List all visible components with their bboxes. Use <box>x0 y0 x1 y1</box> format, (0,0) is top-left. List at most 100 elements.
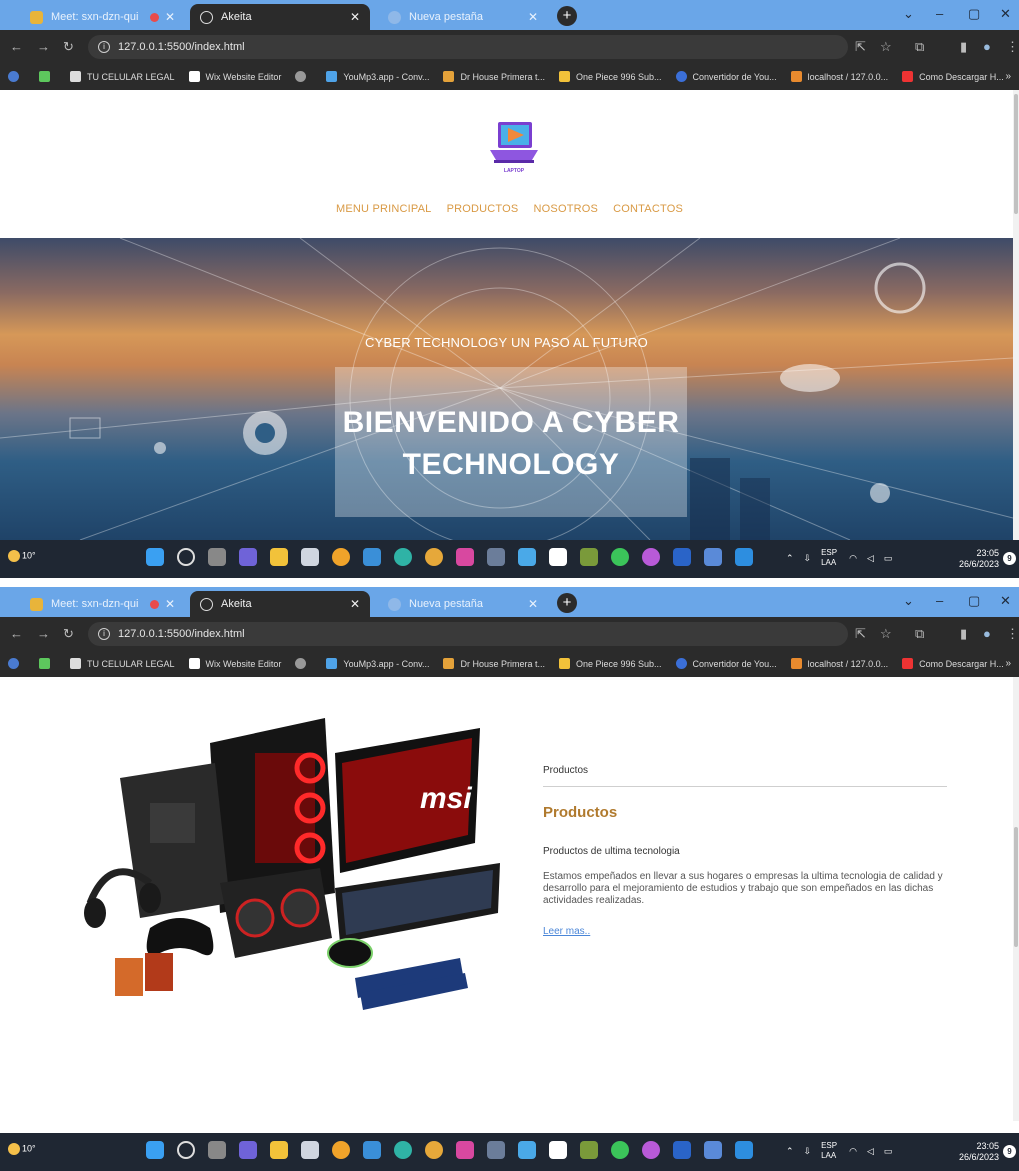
edge-icon[interactable] <box>394 1141 412 1159</box>
chrome-canary-icon[interactable] <box>425 548 443 566</box>
bookmark-item[interactable]: Wix Website Editor <box>188 71 281 82</box>
tab-search-button[interactable]: ⌄ <box>903 6 914 22</box>
window-icon[interactable] <box>549 1141 567 1159</box>
nav-contactos[interactable]: CONTACTOS <box>613 203 683 215</box>
usb-icon[interactable]: ⇩ <box>804 553 812 564</box>
minecraft-icon[interactable] <box>580 548 598 566</box>
window-icon[interactable] <box>549 548 567 566</box>
bookmark-item[interactable]: TU CELULAR LEGAL <box>70 658 175 669</box>
tab-nueva-pestana[interactable]: Nueva pestaña ✕ <box>378 591 548 617</box>
laptop-logo[interactable]: LAPTOP <box>484 118 544 174</box>
instagram-icon[interactable] <box>456 1141 474 1159</box>
close-window-button[interactable]: ✕ <box>1000 593 1011 609</box>
notification-badge[interactable]: 9 <box>1003 552 1016 565</box>
whatsapp-icon[interactable] <box>611 1141 629 1159</box>
close-tab-icon[interactable]: ✕ <box>165 10 175 24</box>
bookmark-star-icon[interactable]: ☆ <box>880 39 892 55</box>
language-indicator[interactable]: ESP LAA <box>821 1141 837 1161</box>
close-tab-icon[interactable]: ✕ <box>528 10 538 24</box>
minimize-button[interactable]: – <box>936 593 943 608</box>
nav-menu-principal[interactable]: MENU PRINCIPAL <box>336 203 432 215</box>
bookmark-arrow-icon[interactable] <box>39 71 56 82</box>
minimize-button[interactable]: – <box>936 6 943 21</box>
wifi-icon[interactable]: ◠ <box>849 1146 857 1157</box>
scrollbar-thumb[interactable] <box>1014 827 1018 947</box>
store-icon[interactable] <box>301 548 319 566</box>
calculator-icon[interactable] <box>363 548 381 566</box>
whatsapp-icon[interactable] <box>611 548 629 566</box>
clock[interactable]: 23:05 26/6/2023 <box>959 1141 999 1163</box>
tab-akeita[interactable]: Akeita ✕ <box>190 4 370 30</box>
nav-productos[interactable]: PRODUCTOS <box>447 203 519 215</box>
sidepanel-icon[interactable]: ▮ <box>960 39 967 55</box>
wifi-icon[interactable]: ◠ <box>849 553 857 564</box>
github-icon[interactable] <box>642 1141 660 1159</box>
bookmark-item[interactable] <box>295 71 312 82</box>
calculator-icon[interactable] <box>363 1141 381 1159</box>
vscode-icon[interactable] <box>735 548 753 566</box>
info-icon[interactable]: i <box>98 628 110 640</box>
weather-widget[interactable]: 10° <box>8 550 36 562</box>
bookmark-item[interactable]: localhost / 127.0.0... <box>790 71 888 82</box>
file-explorer-icon[interactable] <box>270 1141 288 1159</box>
close-tab-icon[interactable]: ✕ <box>350 10 360 24</box>
maximize-button[interactable]: ▢ <box>968 6 980 22</box>
address-bar[interactable]: i 127.0.0.1:5500/index.html <box>88 35 848 59</box>
bookmark-item[interactable]: One Piece 996 Sub... <box>558 658 662 669</box>
share-icon[interactable]: ⇱ <box>855 626 866 642</box>
file-explorer-icon[interactable] <box>270 548 288 566</box>
notepad-icon[interactable] <box>704 1141 722 1159</box>
bookmark-item[interactable] <box>295 658 312 669</box>
chevron-up-icon[interactable]: ⌃ <box>786 553 794 564</box>
bookmarks-more-icon[interactable]: » <box>1005 658 1011 669</box>
bookmark-item[interactable]: YouMp3.app - Conv... <box>326 71 429 82</box>
windows-start-icon[interactable] <box>146 548 164 566</box>
battery-icon[interactable]: ▭ <box>884 553 893 564</box>
bookmark-item[interactable]: Convertidor de You... <box>675 71 777 82</box>
extensions-icon[interactable]: ⧉ <box>915 39 924 55</box>
word-icon[interactable] <box>673 548 691 566</box>
task-view-icon[interactable] <box>208 1141 226 1159</box>
vscode-icon[interactable] <box>735 1141 753 1159</box>
menu-icon[interactable]: ⋮ <box>1006 626 1019 642</box>
bookmark-item[interactable]: Convertidor de You... <box>675 658 777 669</box>
bookmark-item[interactable]: localhost / 127.0.0... <box>790 658 888 669</box>
address-bar[interactable]: i 127.0.0.1:5500/index.html <box>88 622 848 646</box>
sidepanel-icon[interactable]: ▮ <box>960 626 967 642</box>
profile-avatar[interactable]: ● <box>983 626 991 641</box>
language-indicator[interactable]: ESP LAA <box>821 548 837 568</box>
task-view-icon[interactable] <box>208 548 226 566</box>
instagram-icon[interactable] <box>456 548 474 566</box>
new-tab-button[interactable]: + <box>557 6 577 26</box>
bookmark-star-icon[interactable]: ☆ <box>880 626 892 642</box>
search-icon[interactable] <box>177 1141 195 1159</box>
usb-icon[interactable]: ⇩ <box>804 1146 812 1157</box>
bookmark-item[interactable]: Como Descargar H... <box>902 658 1004 669</box>
minecraft-icon[interactable] <box>580 1141 598 1159</box>
forward-icon[interactable]: → <box>37 626 50 641</box>
profile-avatar[interactable]: ● <box>983 39 991 54</box>
menu-icon[interactable]: ⋮ <box>1006 39 1019 55</box>
nav-nosotros[interactable]: NOSOTROS <box>534 203 599 215</box>
new-tab-button[interactable]: + <box>557 593 577 613</box>
notepad-icon[interactable] <box>704 548 722 566</box>
notification-badge[interactable]: 9 <box>1003 1145 1016 1158</box>
store-icon[interactable] <box>301 1141 319 1159</box>
volume-icon[interactable]: ◁ <box>867 1146 874 1157</box>
windows-start-icon[interactable] <box>146 1141 164 1159</box>
chevron-up-icon[interactable]: ⌃ <box>786 1146 794 1157</box>
forward-icon[interactable]: → <box>37 39 50 54</box>
bookmark-arrow-icon[interactable] <box>39 658 56 669</box>
app-icon[interactable] <box>518 1141 536 1159</box>
battery-icon[interactable]: ▭ <box>884 1146 893 1157</box>
tab-meet[interactable]: Meet: sxn-dzn-qui ✕ <box>20 4 185 30</box>
back-icon[interactable]: ← <box>10 39 23 54</box>
close-tab-icon[interactable]: ✕ <box>350 597 360 611</box>
cast-icon[interactable] <box>487 548 505 566</box>
search-icon[interactable] <box>177 548 195 566</box>
chrome-icon[interactable] <box>332 1141 350 1159</box>
clock[interactable]: 23:05 26/6/2023 <box>959 548 999 570</box>
scrollbar[interactable] <box>1013 90 1019 540</box>
bookmark-item[interactable]: YouMp3.app - Conv... <box>326 658 429 669</box>
chrome-icon[interactable] <box>332 548 350 566</box>
